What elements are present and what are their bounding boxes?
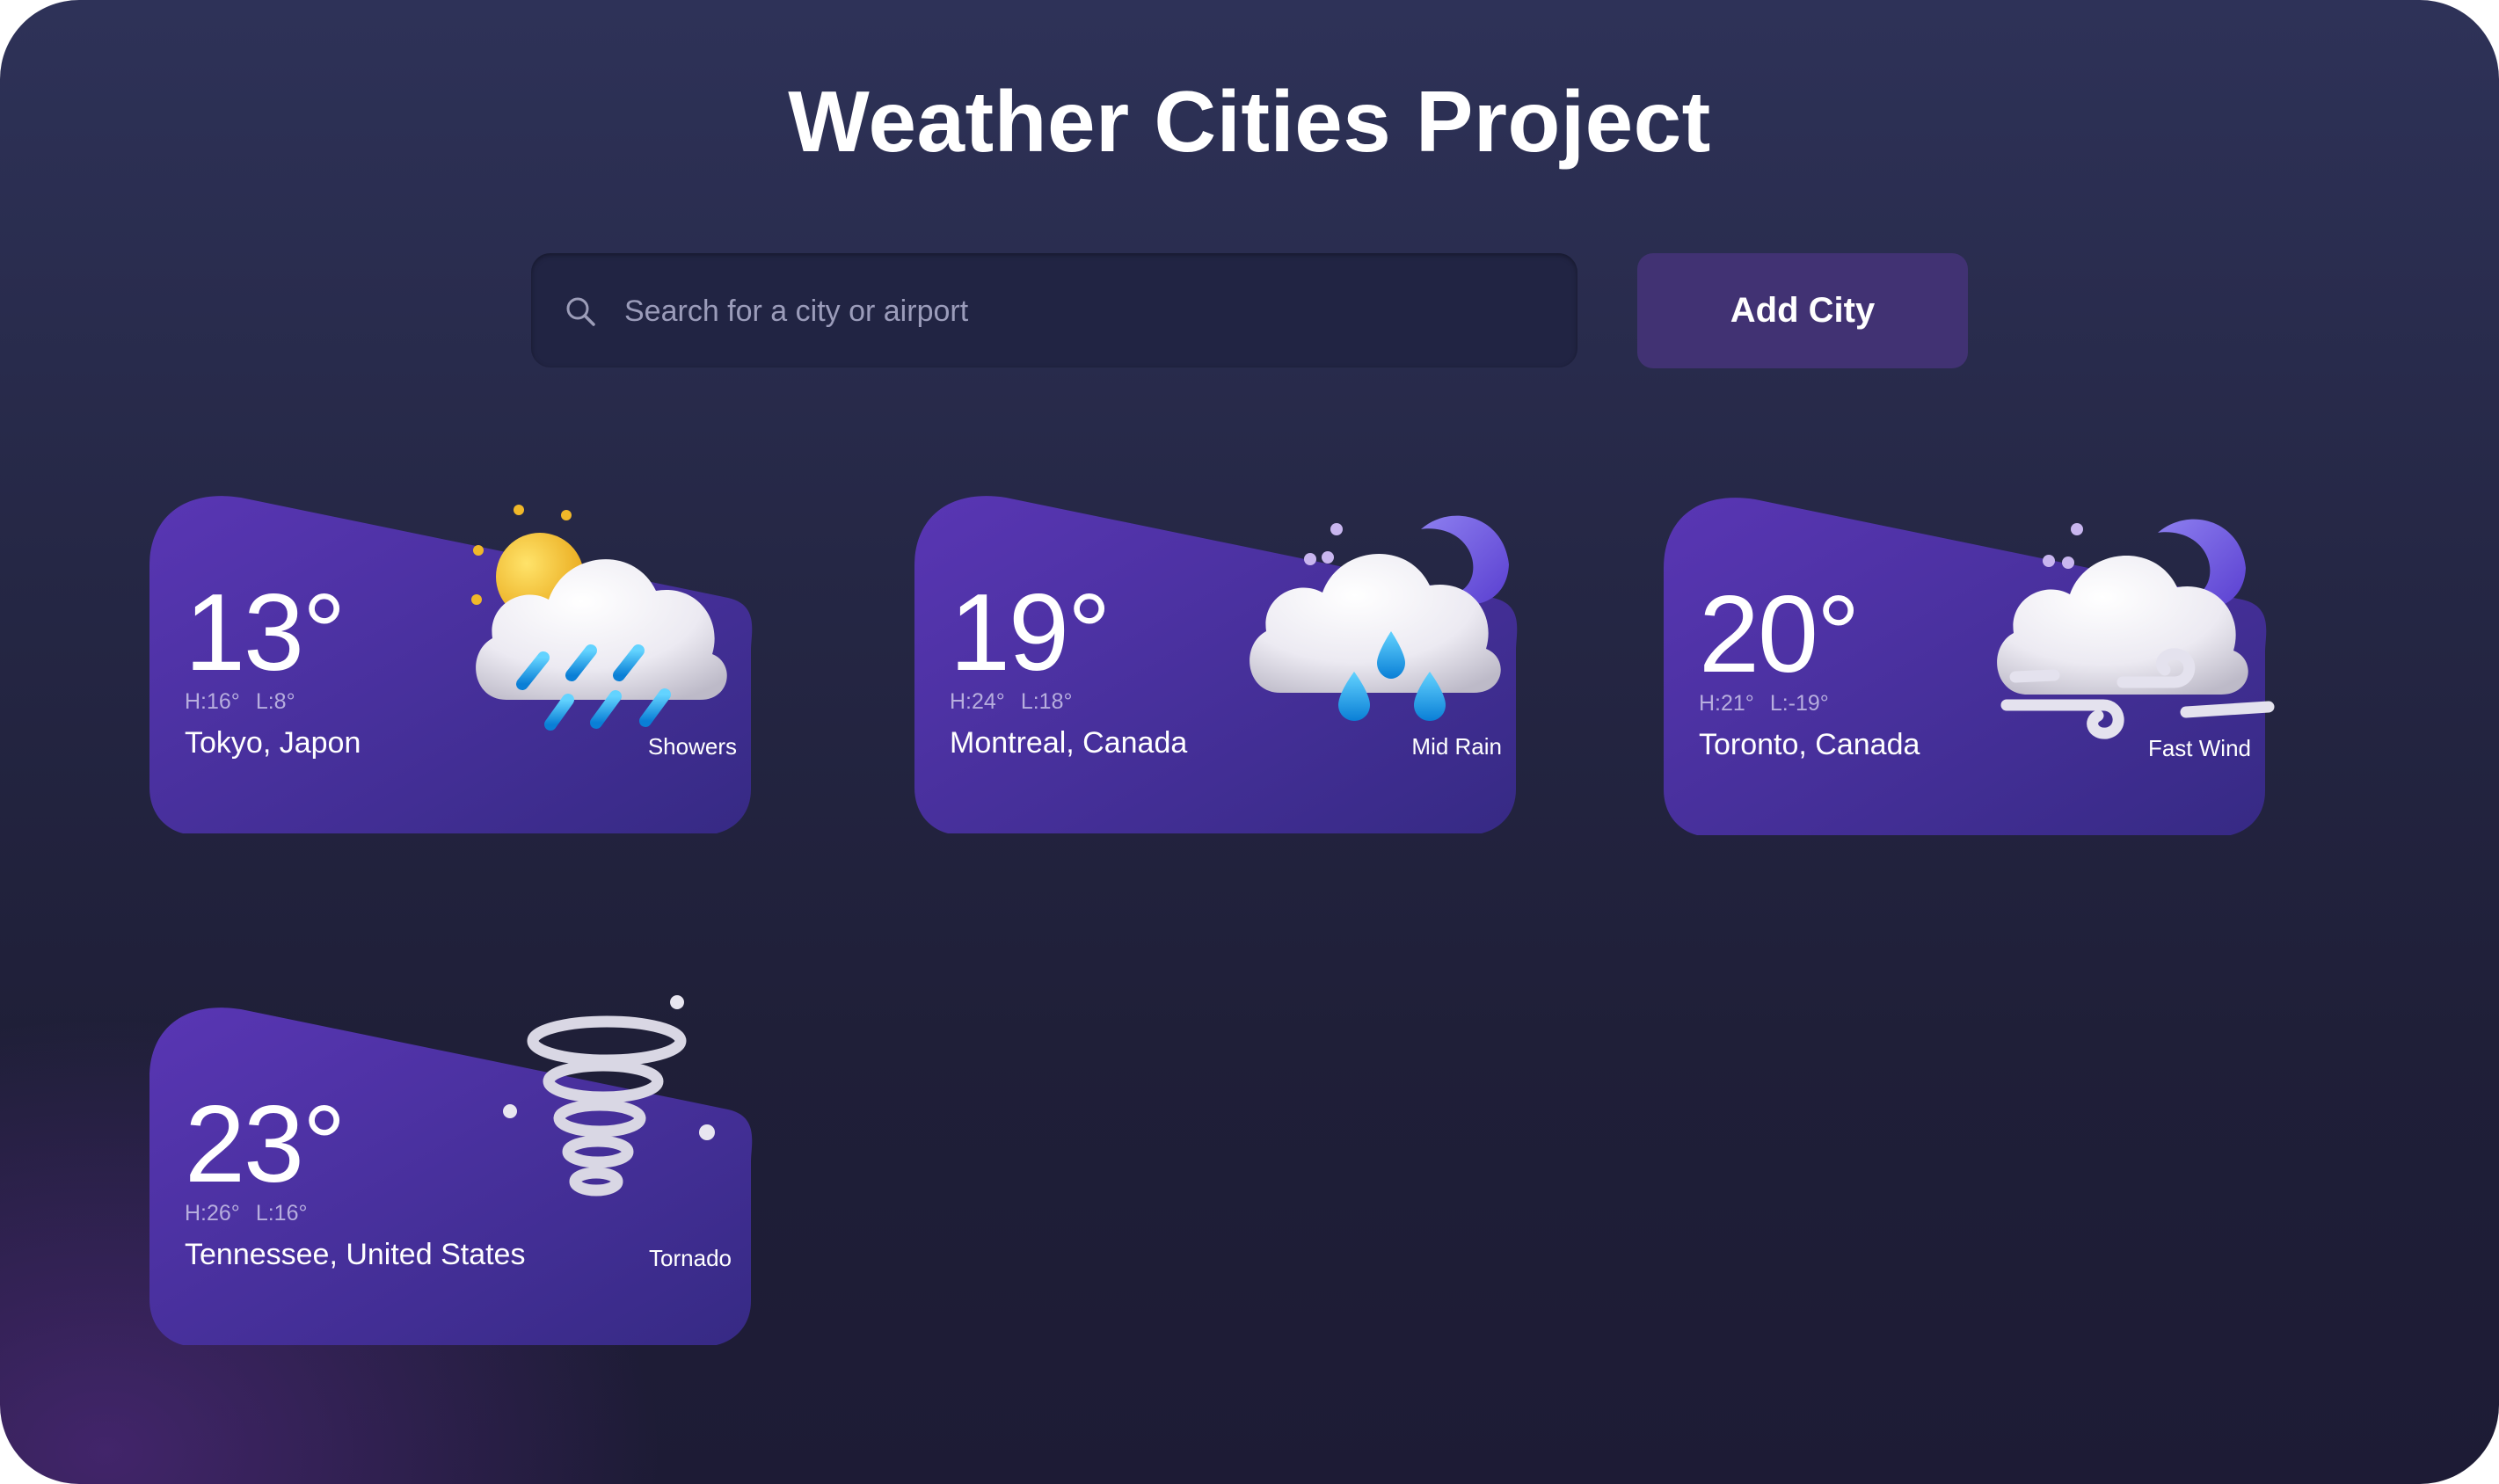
high-temp: H:26°	[185, 1201, 240, 1226]
add-city-button[interactable]: Add City	[1637, 253, 1968, 368]
condition-label: Tornado	[649, 1245, 732, 1271]
weather-card-tennessee[interactable]: 23° H:26° L:16° Tennessee, United States …	[149, 993, 783, 1345]
tornado-icon	[503, 995, 715, 1197]
temperature: 13°	[185, 572, 346, 694]
high-temp: H:21°	[1699, 691, 1754, 716]
temperature: 19°	[950, 572, 1111, 694]
page-title: Weather Cities Project	[788, 73, 1711, 170]
moon-cloud-rain-icon	[1250, 515, 1509, 721]
high-temp: H:24°	[950, 689, 1005, 714]
high-low: H:26° L:16°	[185, 1201, 323, 1226]
search-bar[interactable]	[531, 253, 1577, 369]
city-name: Tokyo, Japon	[185, 726, 361, 760]
low-temp: L:18°	[1020, 689, 1073, 714]
moon-cloud-wind-icon	[1997, 519, 2275, 739]
low-temp: L:8°	[255, 689, 295, 714]
high-low: H:16° L:8°	[185, 689, 311, 715]
city-name: Montreal, Canada	[950, 726, 1188, 760]
weather-card-tokyo[interactable]: 13° H:16° L:8° Tokyo, Japon Showers	[149, 482, 783, 833]
sun-cloud-rain-icon	[471, 505, 727, 731]
city-name: Tennessee, United States	[185, 1238, 526, 1271]
search-input[interactable]	[623, 253, 1558, 369]
temperature: 23°	[185, 1084, 346, 1205]
city-name: Toronto, Canada	[1699, 728, 1920, 761]
high-low: H:21° L:-19°	[1699, 691, 1845, 717]
low-temp: L:-19°	[1769, 691, 1829, 716]
temperature: 20°	[1699, 574, 1861, 695]
weather-card-toronto[interactable]: 20° H:21° L:-19° Toronto, Canada Fast Win…	[1664, 484, 2297, 835]
app-window: Weather Cities Project Add City 13° H:16…	[0, 0, 2499, 1484]
high-temp: H:16°	[185, 689, 240, 714]
low-temp: L:16°	[255, 1201, 308, 1226]
high-low: H:24° L:18°	[950, 689, 1088, 715]
search-icon	[566, 297, 595, 326]
weather-card-montreal[interactable]: 19° H:24° L:18° Montreal, Canada Mid Rain	[914, 482, 1548, 833]
